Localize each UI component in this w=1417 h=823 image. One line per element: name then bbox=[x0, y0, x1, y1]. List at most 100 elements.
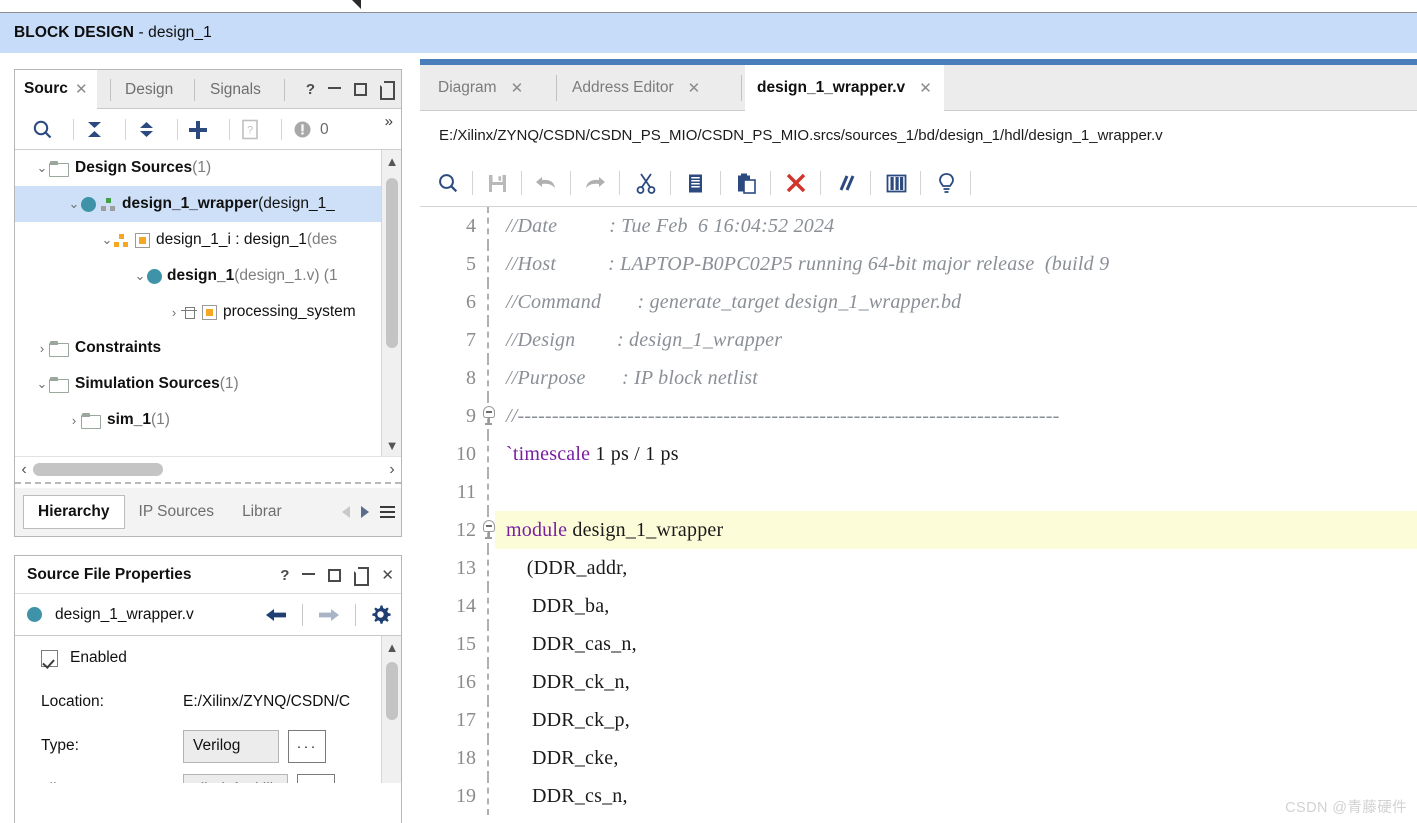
toolbar-overflow-icon[interactable]: » bbox=[385, 113, 393, 130]
messages-icon[interactable]: 0 bbox=[287, 109, 339, 150]
properties-vertical-scrollbar[interactable]: ▲ bbox=[381, 636, 401, 783]
chevron-down-icon[interactable]: ⌄ bbox=[100, 232, 114, 248]
tab-libraries[interactable]: Librar bbox=[228, 495, 296, 529]
line-rest: design_1_wrapper bbox=[567, 518, 724, 541]
scrollbar-thumb[interactable] bbox=[386, 178, 398, 348]
paste-icon[interactable] bbox=[726, 159, 766, 207]
tab-ip-sources[interactable]: IP Sources bbox=[125, 495, 229, 529]
help-icon[interactable]: ? bbox=[306, 82, 315, 97]
float-icon[interactable] bbox=[380, 83, 395, 100]
minimize-icon[interactable] bbox=[302, 572, 316, 575]
enabled-checkbox[interactable] bbox=[41, 649, 58, 667]
tab-scroll-right-icon[interactable] bbox=[361, 506, 369, 518]
report-icon[interactable]: ? bbox=[233, 109, 267, 150]
tree-item-simulation-sources[interactable]: ⌄ Simulation Sources (1) bbox=[15, 366, 401, 402]
hierarchy-icon bbox=[101, 197, 116, 211]
tab-diagram-close-icon[interactable]: ✕ bbox=[511, 79, 524, 97]
line-number: 6 bbox=[466, 290, 476, 313]
tab-address-editor[interactable]: Address Editor ✕ bbox=[560, 65, 712, 111]
tree-label: design_1_wrapper bbox=[122, 195, 258, 213]
tab-address-editor-close-icon[interactable]: ✕ bbox=[688, 79, 701, 97]
find-icon[interactable] bbox=[428, 159, 468, 207]
tab-sources-close-icon[interactable]: ✕ bbox=[75, 80, 88, 98]
save-icon[interactable] bbox=[477, 159, 517, 207]
tab-diagram[interactable]: Diagram ✕ bbox=[426, 65, 535, 111]
chevron-down-icon[interactable]: ⌄ bbox=[67, 196, 81, 212]
scroll-up-icon[interactable]: ▲ bbox=[382, 150, 402, 172]
tree-label: Simulation Sources bbox=[75, 375, 220, 393]
add-sources-icon[interactable] bbox=[181, 109, 215, 150]
tab-design-1-wrapper-v-close-icon[interactable]: ✕ bbox=[919, 79, 932, 97]
tab-signals[interactable]: Signals bbox=[201, 70, 270, 109]
back-arrow-icon[interactable] bbox=[264, 606, 288, 624]
chevron-down-icon[interactable]: ⌄ bbox=[133, 268, 147, 284]
chevron-down-icon[interactable]: ⌄ bbox=[35, 160, 49, 176]
type-field[interactable]: Verilog bbox=[183, 729, 279, 763]
tree-horizontal-scrollbar[interactable]: ‹ › bbox=[15, 456, 401, 482]
bottom-tab-nav bbox=[334, 503, 395, 521]
scroll-down-icon[interactable]: ▼ bbox=[382, 434, 402, 456]
code-editor[interactable]: 4 //Date : Tue Feb 6 16:04:52 2024 5 //H… bbox=[420, 207, 1417, 823]
type-browse-button[interactable]: ··· bbox=[288, 729, 326, 763]
help-icon[interactable]: ? bbox=[280, 568, 289, 583]
line-text: DDR_ck_n, bbox=[506, 670, 630, 693]
hscroll-track[interactable] bbox=[33, 463, 383, 476]
tree-item-sim-1[interactable]: › sim_1 (1) bbox=[15, 402, 401, 438]
tree-item-design-1-i[interactable]: ⌄ design_1_i : design_1 (des bbox=[15, 222, 401, 258]
library-row: Library: xil_defaultlib ··· bbox=[15, 768, 401, 783]
tab-design-1-wrapper-v[interactable]: design_1_wrapper.v ✕ bbox=[745, 65, 944, 111]
maximize-icon[interactable] bbox=[328, 568, 342, 582]
panel-splitter[interactable] bbox=[15, 482, 401, 484]
tab-hierarchy[interactable]: Hierarchy bbox=[23, 495, 125, 529]
tree-item-processing-system[interactable]: › processing_system bbox=[15, 294, 401, 330]
expand-all-icon[interactable] bbox=[129, 109, 163, 150]
code-line: 8 //Purpose : IP block netlist bbox=[420, 359, 1417, 397]
tab-address-editor-label: Address Editor bbox=[572, 79, 674, 96]
scroll-right-icon[interactable]: › bbox=[383, 457, 401, 483]
verilog-file-icon bbox=[81, 196, 96, 212]
scrollbar-thumb[interactable] bbox=[386, 662, 398, 720]
search-icon[interactable] bbox=[25, 109, 59, 150]
tree-item-design-sources[interactable]: ⌄ Design Sources (1) bbox=[15, 150, 401, 186]
tab-design[interactable]: Design bbox=[116, 70, 182, 109]
fold-marker-icon[interactable] bbox=[481, 406, 497, 425]
close-icon[interactable]: ✕ bbox=[381, 568, 394, 583]
cut-icon[interactable] bbox=[626, 159, 666, 207]
line-text: //Host : LAPTOP-B0PC02P5 running 64-bit … bbox=[506, 252, 1110, 275]
chevron-down-icon[interactable]: ⌄ bbox=[35, 376, 49, 392]
fold-marker-icon[interactable] bbox=[481, 520, 497, 539]
scroll-up-icon[interactable]: ▲ bbox=[382, 636, 401, 658]
hint-bulb-icon[interactable] bbox=[926, 159, 966, 207]
code-line: 10 `timescale 1 ps / 1 ps bbox=[420, 435, 1417, 473]
tree-vertical-scrollbar[interactable]: ▲ ▼ bbox=[381, 150, 401, 456]
chevron-right-icon[interactable]: › bbox=[67, 413, 81, 428]
redo-icon[interactable] bbox=[575, 159, 615, 207]
chevron-right-icon[interactable]: › bbox=[35, 341, 49, 356]
library-browse-button[interactable]: ··· bbox=[297, 773, 336, 783]
line-number: 11 bbox=[456, 480, 476, 503]
source-tree[interactable]: ⌄ Design Sources (1) ⌄ design_1_wrapper … bbox=[15, 150, 401, 456]
tab-sources[interactable]: Sourc ✕ bbox=[15, 70, 97, 109]
minimize-icon[interactable] bbox=[328, 87, 341, 89]
hscrollbar-thumb[interactable] bbox=[33, 463, 163, 476]
delete-icon[interactable] bbox=[776, 159, 816, 207]
settings-gear-icon[interactable] bbox=[370, 604, 391, 625]
collapse-all-icon[interactable] bbox=[77, 109, 111, 150]
tree-item-design-1-wrapper[interactable]: ⌄ design_1_wrapper (design_1_ bbox=[15, 186, 401, 222]
tree-item-constraints[interactable]: › Constraints bbox=[15, 330, 401, 366]
library-field[interactable]: xil_defaultlib bbox=[183, 773, 289, 783]
line-number: 7 bbox=[466, 328, 476, 351]
tab-scroll-left-icon[interactable] bbox=[342, 506, 350, 518]
tree-item-design-1[interactable]: ⌄ design_1 (design_1.v) (1 bbox=[15, 258, 401, 294]
maximize-icon[interactable] bbox=[354, 83, 367, 96]
float-icon[interactable] bbox=[354, 569, 370, 586]
column-select-icon[interactable] bbox=[876, 159, 916, 207]
tab-menu-icon[interactable] bbox=[380, 503, 395, 521]
toggle-comment-icon[interactable] bbox=[826, 159, 866, 207]
copy-icon[interactable] bbox=[676, 159, 716, 207]
forward-arrow-icon[interactable] bbox=[317, 606, 341, 624]
scroll-left-icon[interactable]: ‹ bbox=[15, 457, 33, 483]
enabled-row[interactable]: Enabled bbox=[15, 636, 401, 680]
chevron-right-icon[interactable]: › bbox=[167, 305, 181, 320]
undo-icon[interactable] bbox=[526, 159, 566, 207]
